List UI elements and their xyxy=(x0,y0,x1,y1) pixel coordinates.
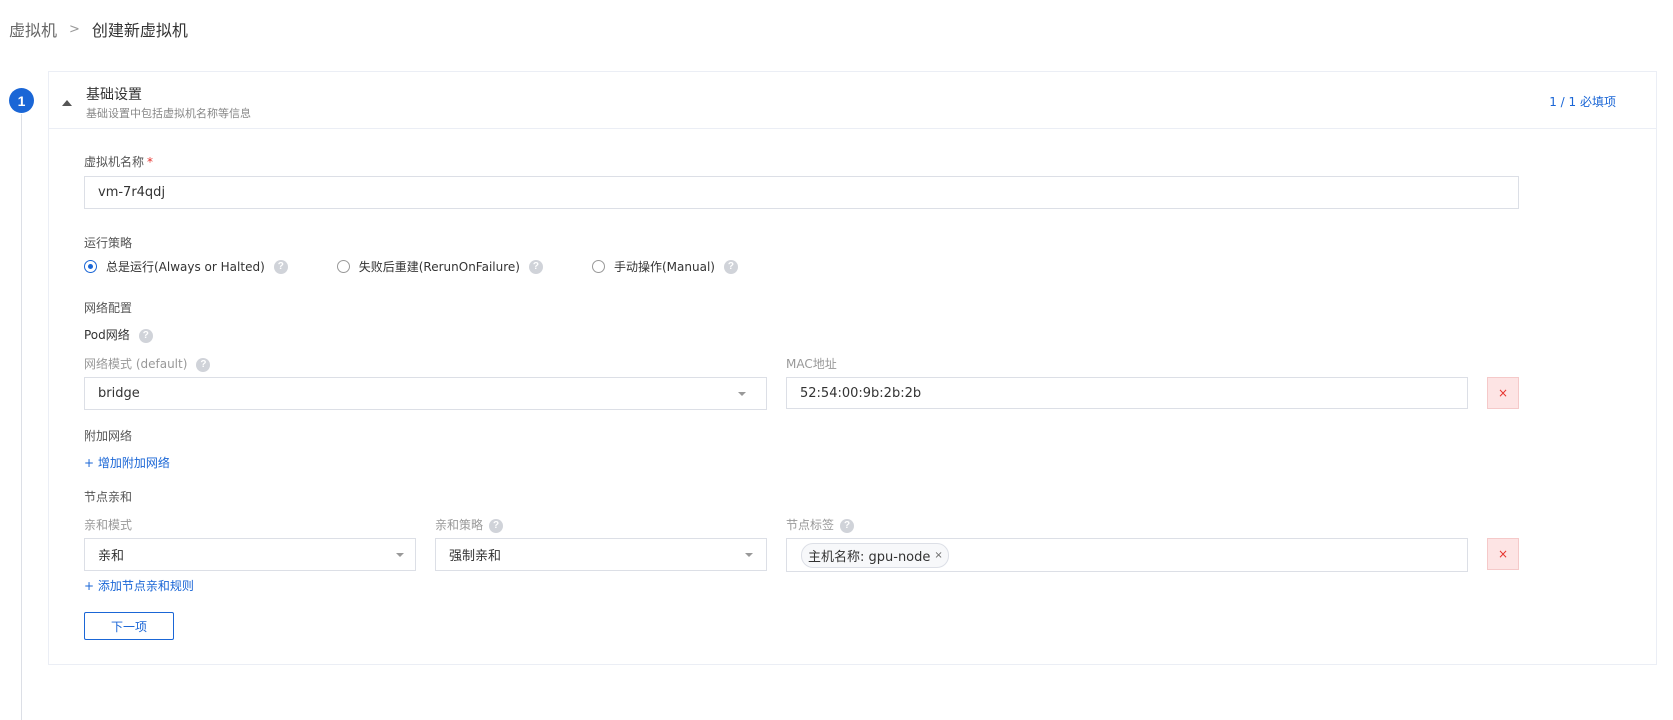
network-mode-label: 网络模式 (default)? xyxy=(84,355,211,372)
help-icon[interactable]: ? xyxy=(528,259,543,274)
add-affinity-rule-link[interactable]: + 添加节点亲和规则 xyxy=(84,577,194,594)
step-number-badge: 1 xyxy=(9,88,34,113)
help-icon[interactable]: ? xyxy=(196,357,211,372)
breadcrumb-current: 创建新虚拟机 xyxy=(91,21,188,40)
node-label-tag: 主机名称: gpu-node × xyxy=(801,542,949,568)
help-icon[interactable]: ? xyxy=(840,518,855,533)
pod-network-label: Pod网络? xyxy=(84,326,153,343)
affinity-policy-value: 强制亲和 xyxy=(449,549,502,564)
node-labels-label: 节点标签? xyxy=(786,516,855,533)
radio-manual-circle[interactable] xyxy=(591,260,605,273)
affinity-mode-value: 亲和 xyxy=(98,549,125,564)
radio-always-label: 总是运行(Always or Halted) xyxy=(106,260,265,274)
delete-network-button[interactable]: × xyxy=(1487,377,1519,409)
breadcrumb: 虚拟机 > 创建新虚拟机 xyxy=(9,17,188,41)
vm-name-value: vm-7r4qdj xyxy=(98,185,166,200)
required-fields-status: 1 / 1 必填项 xyxy=(1549,95,1616,109)
next-button[interactable]: 下一项 xyxy=(84,612,174,640)
basic-settings-card: 基础设置 基础设置中包括虚拟机名称等信息 1 / 1 必填项 xyxy=(48,71,1657,665)
mac-address-label: MAC地址 xyxy=(786,357,837,371)
affinity-policy-label-text: 亲和策略 xyxy=(435,518,484,532)
add-additional-network-link[interactable]: + 增加附加网络 xyxy=(84,454,170,471)
chevron-down-icon xyxy=(396,553,404,557)
network-config-label: 网络配置 xyxy=(84,301,133,315)
required-asterisk: * xyxy=(147,155,154,169)
chevron-down-icon xyxy=(745,553,753,557)
radio-rerun-circle[interactable] xyxy=(336,260,350,273)
help-icon[interactable]: ? xyxy=(273,259,288,274)
affinity-mode-label: 亲和模式 xyxy=(84,518,133,532)
radio-rerun-on-failure[interactable]: 失败后重建(RerunOnFailure) ? xyxy=(336,258,543,275)
node-label-tag-text: 主机名称: gpu-node xyxy=(808,549,931,565)
radio-always-circle[interactable] xyxy=(84,260,97,273)
vm-name-label: 虚拟机名称 * xyxy=(84,153,153,170)
radio-always[interactable]: 总是运行(Always or Halted) ? xyxy=(84,258,288,275)
node-labels-input[interactable]: 主机名称: gpu-node × xyxy=(786,538,1468,572)
breadcrumb-separator: > xyxy=(69,21,80,37)
close-icon[interactable]: × xyxy=(934,550,942,561)
vm-name-input[interactable]: vm-7r4qdj xyxy=(84,176,1519,209)
run-strategy-label: 运行策略 xyxy=(84,236,133,250)
affinity-policy-label: 亲和策略? xyxy=(435,516,504,533)
help-icon[interactable]: ? xyxy=(723,259,738,274)
mac-address-input[interactable]: 52:54:00:9b:2b:2b xyxy=(786,377,1468,409)
help-icon[interactable]: ? xyxy=(138,328,153,343)
affinity-policy-select[interactable]: 强制亲和 xyxy=(435,538,767,571)
delete-affinity-rule-button[interactable]: × xyxy=(1487,538,1519,570)
network-mode-value: bridge xyxy=(98,386,140,401)
radio-rerun-label: 失败后重建(RerunOnFailure) xyxy=(358,260,520,274)
chevron-down-icon xyxy=(738,392,746,396)
network-mode-label-text: 网络模式 (default) xyxy=(84,357,188,371)
additional-network-label: 附加网络 xyxy=(84,429,133,443)
network-mode-select[interactable]: bridge xyxy=(84,377,767,410)
run-strategy-radio-group: 总是运行(Always or Halted) ? 失败后重建(RerunOnFa… xyxy=(84,258,787,275)
affinity-mode-select[interactable]: 亲和 xyxy=(84,538,416,571)
card-title: 基础设置 xyxy=(86,87,142,103)
pod-network-label-text: Pod网络 xyxy=(84,328,130,342)
node-affinity-label: 节点亲和 xyxy=(84,490,133,504)
card-subtitle: 基础设置中包括虚拟机名称等信息 xyxy=(86,107,251,120)
help-icon[interactable]: ? xyxy=(489,518,504,533)
breadcrumb-root[interactable]: 虚拟机 xyxy=(9,17,57,41)
radio-manual-label: 手动操作(Manual) xyxy=(613,260,715,274)
node-labels-label-text: 节点标签 xyxy=(786,518,835,532)
mac-address-value: 52:54:00:9b:2b:2b xyxy=(800,385,922,401)
collapse-arrow-icon[interactable] xyxy=(62,100,72,106)
card-header[interactable]: 基础设置 基础设置中包括虚拟机名称等信息 1 / 1 必填项 xyxy=(49,72,1656,129)
vm-name-label-text: 虚拟机名称 xyxy=(84,155,145,169)
radio-manual[interactable]: 手动操作(Manual) ? xyxy=(591,258,738,275)
step-connector-line xyxy=(21,114,22,720)
